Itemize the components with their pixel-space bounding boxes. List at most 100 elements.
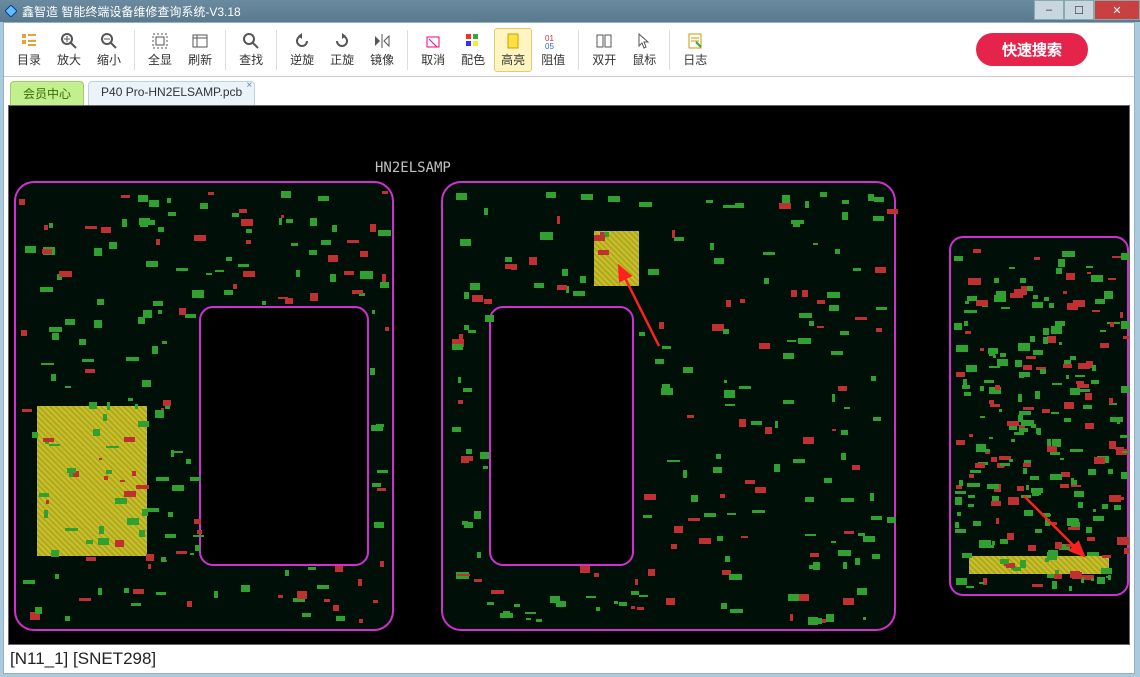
pcb-component xyxy=(667,460,680,462)
pcb-component xyxy=(206,273,212,276)
pcb-component xyxy=(635,579,638,585)
pcb-component xyxy=(863,617,866,620)
zoom-in-button[interactable]: 放大 xyxy=(50,28,88,72)
pcb-component xyxy=(775,421,778,428)
log-button[interactable]: 日志 xyxy=(676,28,714,72)
pcb-viewer[interactable]: HN2ELSAMP xyxy=(8,105,1130,645)
pcb-component xyxy=(1091,275,1103,281)
tab-member[interactable]: 会员中心 xyxy=(10,81,84,105)
find-button[interactable]: 查找 xyxy=(232,28,270,72)
toolbar-label: 配色 xyxy=(461,51,485,68)
pcb-component xyxy=(224,290,233,295)
fit-button[interactable]: 全显 xyxy=(141,28,179,72)
pcb-component xyxy=(380,282,389,289)
refresh-button[interactable]: 刷新 xyxy=(181,28,219,72)
tab-pcb[interactable]: P40 Pro-HN2ELSAMP.pcb× xyxy=(88,81,255,105)
pcb-component xyxy=(1035,391,1040,399)
minimize-button[interactable]: – xyxy=(1034,0,1064,20)
pcb-component xyxy=(1035,529,1042,533)
pcb-component xyxy=(226,257,232,261)
pcb-component xyxy=(107,402,111,410)
pcb-component xyxy=(799,313,812,318)
pcb-component xyxy=(1062,251,1074,257)
pcb-component xyxy=(167,198,171,203)
pcb-component xyxy=(505,257,511,261)
pcb-component xyxy=(980,416,985,418)
quick-search-button[interactable]: 快速搜索 xyxy=(976,33,1088,66)
pcb-component xyxy=(985,452,990,454)
pcb-component xyxy=(179,308,186,314)
pcb-component xyxy=(1023,407,1034,410)
pcb-component xyxy=(336,616,344,621)
pcb-component xyxy=(200,203,208,209)
dual-button[interactable]: 双开 xyxy=(585,28,623,72)
pcb-component xyxy=(644,494,656,500)
pcb-component xyxy=(1064,402,1074,409)
maximize-button[interactable]: ☐ xyxy=(1064,0,1094,20)
pcb-component xyxy=(1063,364,1073,368)
pcb-component xyxy=(374,522,384,528)
mouse-button[interactable]: 鼠标 xyxy=(625,28,663,72)
color-button[interactable]: 配色 xyxy=(454,28,492,72)
pcb-component xyxy=(536,619,542,622)
pcb-component xyxy=(82,359,95,362)
mirror-button[interactable]: 镜像 xyxy=(363,28,401,72)
pcb-component xyxy=(540,232,553,240)
pcb-component xyxy=(805,201,809,209)
pcb-component xyxy=(959,480,963,486)
pcb-component xyxy=(717,536,723,541)
cw-button[interactable]: 正旋 xyxy=(323,28,361,72)
close-button[interactable]: ✕ xyxy=(1094,0,1140,20)
pcb-component xyxy=(841,453,846,460)
pcb-component xyxy=(973,249,981,253)
catalog-button[interactable]: 目录 xyxy=(10,28,48,72)
close-icon[interactable]: × xyxy=(246,80,252,91)
pcb-component xyxy=(1040,369,1046,374)
highlight-button[interactable]: 高亮 xyxy=(494,28,532,72)
pcb-component xyxy=(724,380,727,383)
pcb-component xyxy=(871,376,876,380)
pcb-component xyxy=(124,588,129,593)
pcb-component xyxy=(970,470,982,473)
pcb-component xyxy=(155,410,164,418)
pcb-component xyxy=(1100,330,1105,332)
refresh-icon xyxy=(191,31,209,51)
pcb-component xyxy=(1071,485,1081,488)
pcb-component xyxy=(1010,293,1023,297)
pcb-component xyxy=(484,208,487,215)
pcb-component xyxy=(1064,418,1071,422)
pcb-component xyxy=(1026,356,1037,359)
pcb-component xyxy=(241,219,252,226)
pcb-component xyxy=(1069,586,1072,591)
pcb-component xyxy=(1085,393,1092,400)
pcb-component xyxy=(857,588,867,595)
pcb-component xyxy=(955,497,963,505)
res-button[interactable]: 0105阻值 xyxy=(534,28,572,72)
zoom-out-button[interactable]: 缩小 xyxy=(90,28,128,72)
pcb-component xyxy=(989,437,993,439)
pcb-component xyxy=(1121,321,1130,329)
pcb-component xyxy=(452,427,461,432)
pcb-component xyxy=(969,474,975,478)
pcb-component xyxy=(580,276,586,283)
pcb-component xyxy=(131,603,141,606)
pcb-component xyxy=(1085,423,1094,429)
cancel-button[interactable]: 取消 xyxy=(414,28,452,72)
pcb-component xyxy=(214,591,218,598)
pcb-component xyxy=(710,243,714,250)
pcb-component xyxy=(529,257,537,264)
pcb-component xyxy=(774,464,780,472)
pcb-component xyxy=(793,459,805,463)
pcb-component xyxy=(586,596,596,598)
pcb-component xyxy=(729,574,742,580)
pcb-component xyxy=(215,270,224,273)
pcb-component xyxy=(40,287,53,292)
pcb-component xyxy=(763,252,775,255)
pcb-component xyxy=(557,285,567,290)
ccw-button[interactable]: 逆旋 xyxy=(283,28,321,72)
pcb-component xyxy=(674,526,683,532)
highlight-icon xyxy=(504,31,522,51)
pcb-component xyxy=(1123,336,1130,339)
pcb-component xyxy=(243,271,255,278)
pcb-component xyxy=(163,400,172,406)
